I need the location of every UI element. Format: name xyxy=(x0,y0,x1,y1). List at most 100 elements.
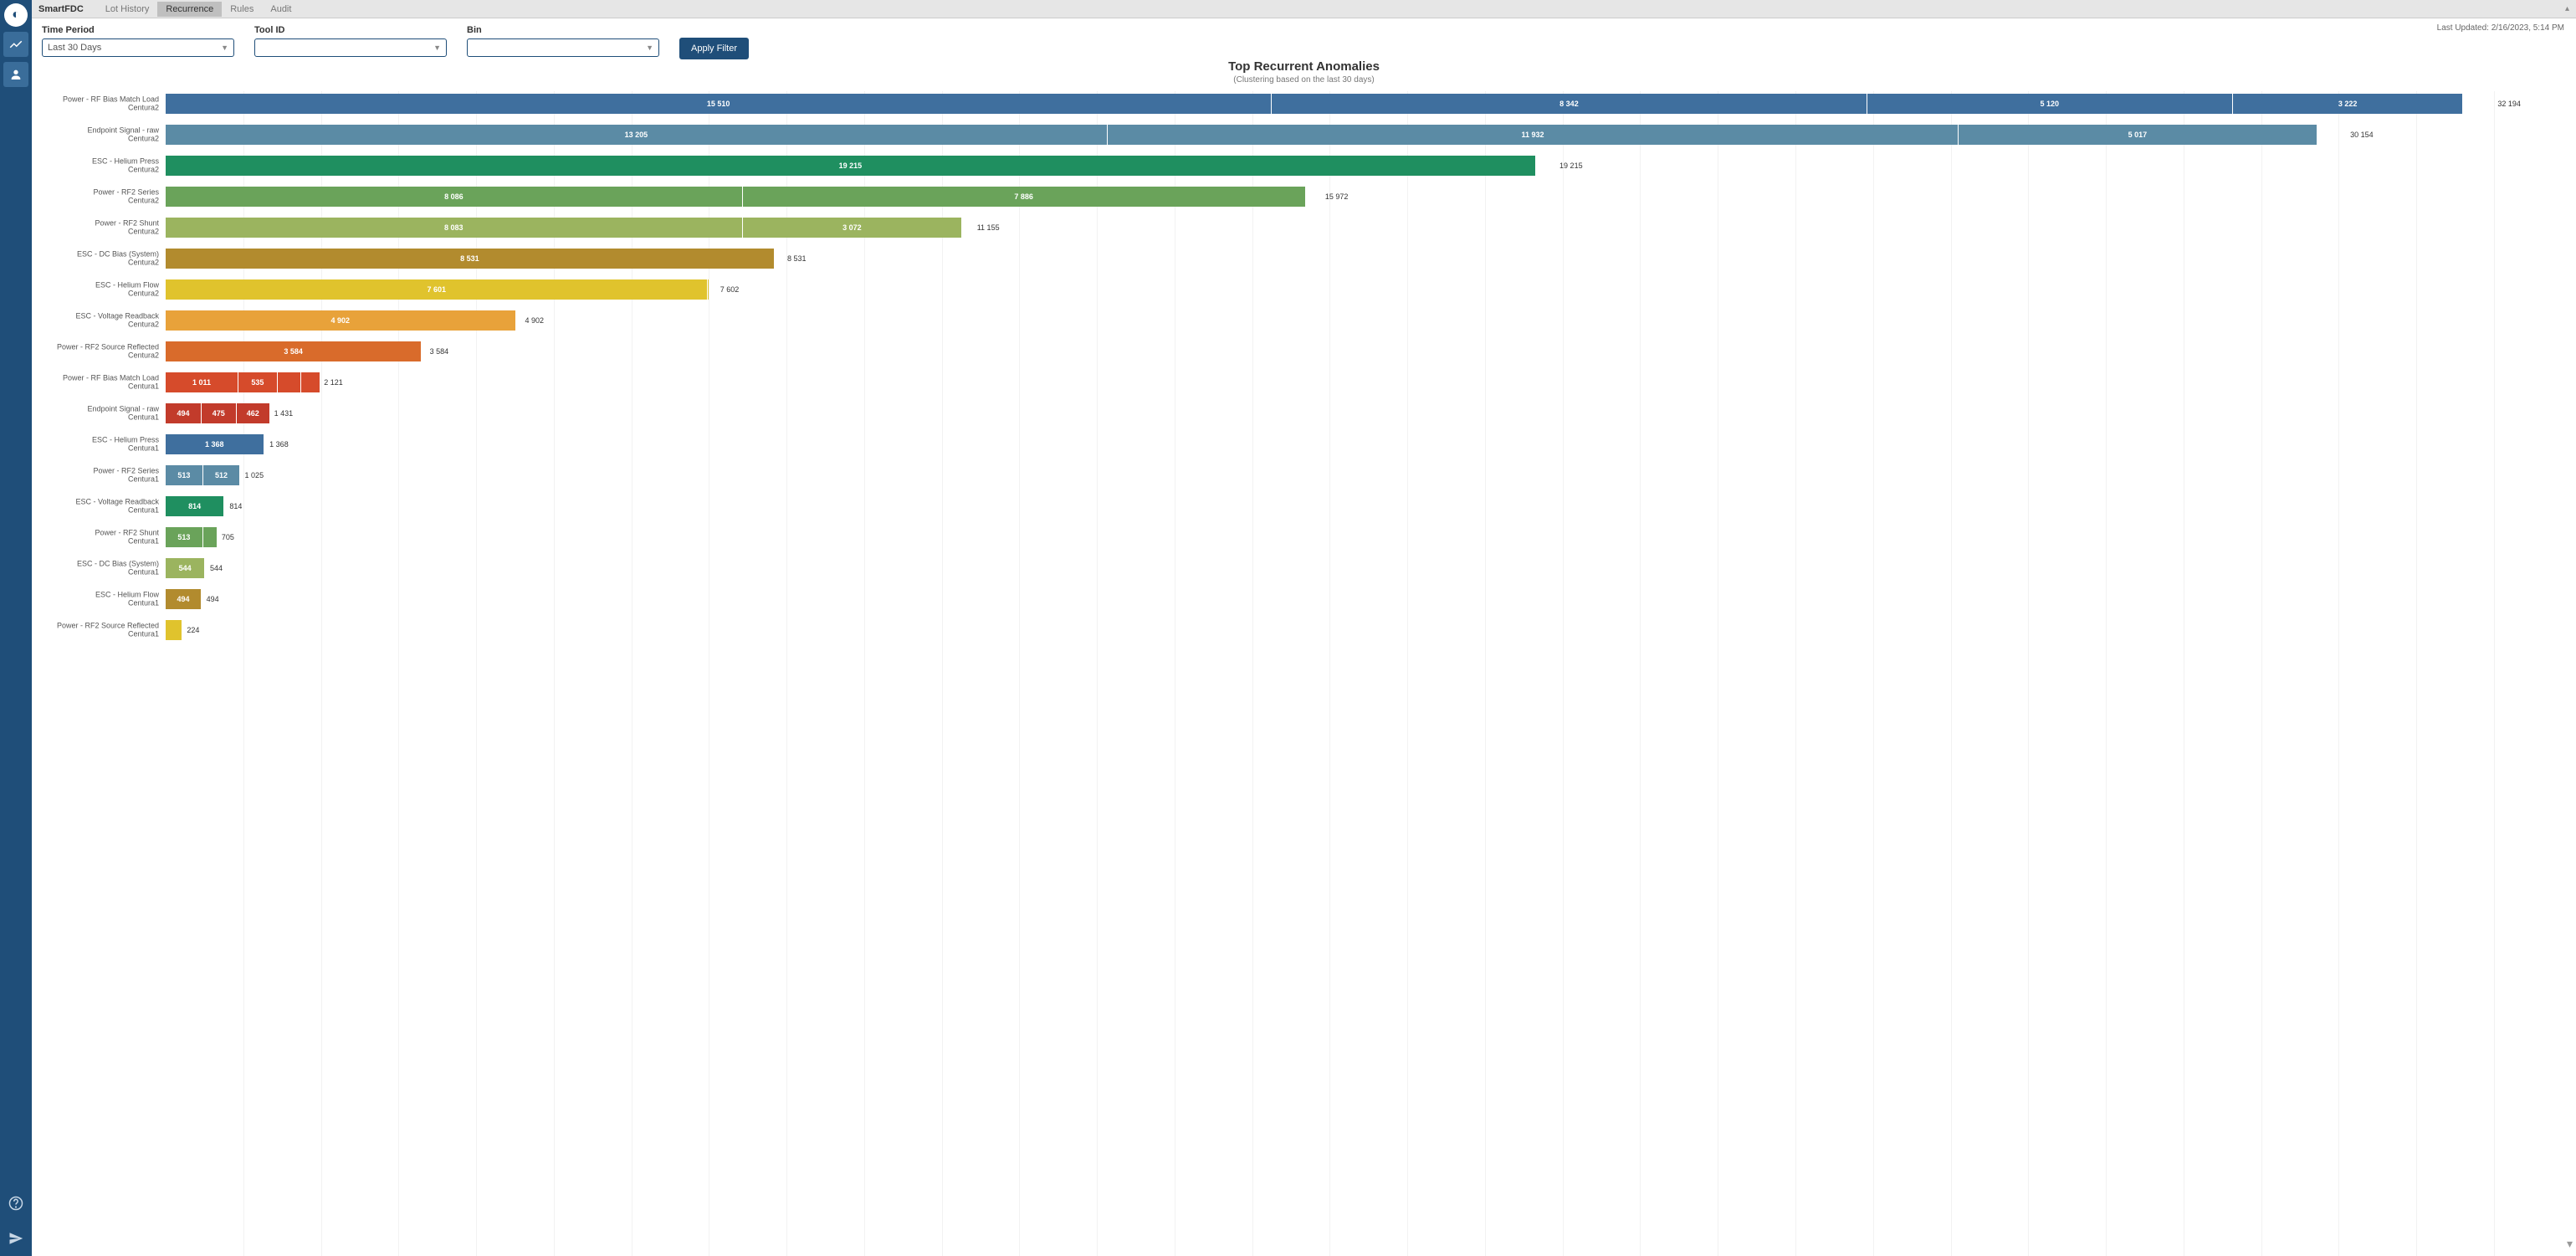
chart-bar-segment[interactable]: 7 886 xyxy=(743,187,1305,207)
bin-label: Bin xyxy=(467,25,659,35)
chart-row[interactable]: ESC - DC Bias (System)Centura1544544 xyxy=(166,556,2551,581)
chart-bar-segment[interactable]: 475 xyxy=(202,403,235,423)
chart-row-label: Endpoint Signal - rawCentura1 xyxy=(32,405,159,423)
chart-bar-segment[interactable]: 535 xyxy=(238,372,277,392)
chart-row-total: 1 025 xyxy=(245,471,264,479)
tool-id-select[interactable]: ▼ xyxy=(254,38,447,57)
time-period-value: Last 30 Days xyxy=(48,43,101,53)
chart-bar-segment[interactable]: 13 205 xyxy=(166,125,1107,145)
chart-row-label: ESC - Helium PressCentura1 xyxy=(32,436,159,454)
chart-row-label: ESC - Voltage ReadbackCentura2 xyxy=(32,312,159,330)
topbar: SmartFDC Lot HistoryRecurrenceRulesAudit… xyxy=(32,0,2576,18)
chart-row[interactable]: Power - RF2 ShuntCentura28 0833 07211 15… xyxy=(166,215,2551,240)
tool-id-label: Tool ID xyxy=(254,25,447,35)
chart-row[interactable]: Power - RF2 ShuntCentura1513705 xyxy=(166,525,2551,550)
chart-bar-segment[interactable]: 7 601 xyxy=(166,279,707,300)
chart-row-total: 705 xyxy=(222,533,234,541)
chart-row-label: Power - RF2 SeriesCentura2 xyxy=(32,188,159,206)
chart-bar-segment[interactable]: 3 584 xyxy=(166,341,421,361)
scroll-down-icon[interactable]: ▾ xyxy=(2567,1237,2573,1251)
chart-row-label: ESC - Helium FlowCentura1 xyxy=(32,591,159,608)
chart-row-label: ESC - Voltage ReadbackCentura1 xyxy=(32,498,159,515)
chart-row-total: 4 902 xyxy=(525,316,545,325)
chart-bar-track: 513 xyxy=(166,527,2517,547)
chart-bar-segment[interactable]: 15 510 xyxy=(166,94,1271,114)
help-icon[interactable] xyxy=(3,1191,28,1216)
time-period-select[interactable]: Last 30 Days ▼ xyxy=(42,38,234,57)
chart-bar-segment[interactable]: 5 017 xyxy=(1959,125,2316,145)
chart-bar-segment[interactable]: 8 342 xyxy=(1272,94,1867,114)
chart-bar-segment[interactable]: 512 xyxy=(203,465,240,485)
nav-chart-icon[interactable] xyxy=(3,32,28,57)
brand-label: SmartFDC xyxy=(38,4,84,14)
chart-row[interactable]: ESC - Voltage ReadbackCentura1814814 xyxy=(166,494,2551,519)
collapse-icon[interactable]: ▴ xyxy=(2565,4,2569,13)
chart-row[interactable]: ESC - Voltage ReadbackCentura24 9024 902 xyxy=(166,308,2551,333)
chart-bar-track: 544 xyxy=(166,558,2517,578)
chart-row[interactable]: Power - RF2 SeriesCentura15135121 025 xyxy=(166,463,2551,488)
chart-bar-segment[interactable] xyxy=(301,372,320,392)
tab-audit[interactable]: Audit xyxy=(262,2,300,17)
chart-bar-segment[interactable]: 8 083 xyxy=(166,218,742,238)
chart-row[interactable]: Endpoint Signal - rawCentura14944754621 … xyxy=(166,401,2551,426)
time-period-label: Time Period xyxy=(42,25,234,35)
chart-bar-segment[interactable]: 513 xyxy=(166,465,202,485)
chart-row[interactable]: ESC - Helium PressCentura11 3681 368 xyxy=(166,432,2551,457)
chart-bar-segment[interactable]: 3 072 xyxy=(743,218,962,238)
filter-bar: Time Period Last 30 Days ▼ Tool ID ▼ Bin… xyxy=(32,18,2576,63)
chart-bar-segment[interactable]: 1 011 xyxy=(166,372,238,392)
chart-row-total: 30 154 xyxy=(2350,131,2374,139)
chart-bar-segment[interactable]: 11 932 xyxy=(1108,125,1958,145)
chart-row-total: 814 xyxy=(229,502,242,510)
apply-filter-button[interactable]: Apply Filter xyxy=(679,38,749,59)
chart-bar-segment[interactable]: 8 086 xyxy=(166,187,742,207)
chart-bar-segment[interactable] xyxy=(203,527,217,547)
chart-row-label: Endpoint Signal - rawCentura2 xyxy=(32,126,159,144)
chart-row[interactable]: Power - RF2 SeriesCentura28 0867 88615 9… xyxy=(166,184,2551,209)
bin-select[interactable]: ▼ xyxy=(467,38,659,57)
chart-bar-segment[interactable]: 19 215 xyxy=(166,156,1535,176)
chart-row-total: 8 531 xyxy=(787,254,807,263)
chart-row-total: 15 972 xyxy=(1325,192,1349,201)
chart-row-total: 3 584 xyxy=(430,347,449,356)
chart-bar-segment[interactable]: 494 xyxy=(166,589,201,609)
chart-row[interactable]: Endpoint Signal - rawCentura213 20511 93… xyxy=(166,122,2551,147)
chart-bar-segment[interactable]: 494 xyxy=(166,403,201,423)
chart-bar-track: 494 xyxy=(166,589,2517,609)
chart-row[interactable]: Power - RF2 Source ReflectedCentura23 58… xyxy=(166,339,2551,364)
nav-user-icon[interactable] xyxy=(3,62,28,87)
chart-bar-segment[interactable]: 462 xyxy=(237,403,269,423)
chart-row[interactable]: ESC - Helium FlowCentura27 6017 602 xyxy=(166,277,2551,302)
chart-row-total: 544 xyxy=(210,564,223,572)
chart-row-total: 1 431 xyxy=(274,409,294,418)
chart-bar-segment[interactable]: 814 xyxy=(166,496,223,516)
app-logo-icon[interactable]: ◐ xyxy=(4,3,28,27)
chart-row[interactable]: ESC - DC Bias (System)Centura28 5318 531 xyxy=(166,246,2551,271)
tab-lot-history[interactable]: Lot History xyxy=(97,2,158,17)
send-icon[interactable] xyxy=(3,1226,28,1251)
chart-bar-segment[interactable]: 8 531 xyxy=(166,249,774,269)
chart-bar-track: 19 215 xyxy=(166,156,2517,176)
chart-bar-segment[interactable]: 5 120 xyxy=(1867,94,2232,114)
chart-row[interactable]: ESC - Helium PressCentura219 21519 215 xyxy=(166,153,2551,178)
chart-bar-segment[interactable]: 544 xyxy=(166,558,204,578)
chart-row[interactable]: Power - RF Bias Match LoadCentura215 510… xyxy=(166,91,2551,116)
chart-subtitle: (Clustering based on the last 30 days) xyxy=(32,75,2576,85)
chart-bar-segment[interactable]: 513 xyxy=(166,527,202,547)
chart-row-total: 494 xyxy=(207,595,219,603)
chart-bar-segment[interactable] xyxy=(166,620,182,640)
chart-bar-segment[interactable] xyxy=(278,372,300,392)
chart-bar-segment[interactable]: 1 368 xyxy=(166,434,264,454)
chart-bar-track: 3 584 xyxy=(166,341,2517,361)
chart-bar-track: 1 011535 xyxy=(166,372,2517,392)
chart-bar-segment[interactable]: 3 222 xyxy=(2233,94,2462,114)
tab-rules[interactable]: Rules xyxy=(222,2,262,17)
chart-row-total: 2 121 xyxy=(324,378,343,387)
chart-row[interactable]: Power - RF2 Source ReflectedCentura1224 xyxy=(166,618,2551,643)
chart-bar-track xyxy=(166,620,2517,640)
chart-bar-track: 8 0833 072 xyxy=(166,218,2517,238)
chart-row[interactable]: ESC - Helium FlowCentura1494494 xyxy=(166,587,2551,612)
chart-bar-segment[interactable]: 4 902 xyxy=(166,310,515,331)
chart-row[interactable]: Power - RF Bias Match LoadCentura11 0115… xyxy=(166,370,2551,395)
tab-recurrence[interactable]: Recurrence xyxy=(157,2,222,17)
